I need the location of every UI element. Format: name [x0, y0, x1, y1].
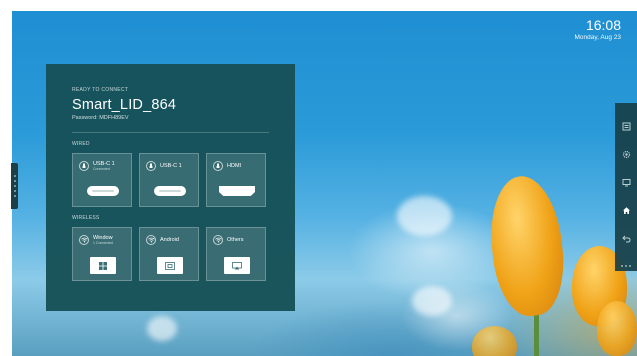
- page-dot: [625, 265, 627, 267]
- clock-date: Monday, Aug 23: [574, 34, 622, 41]
- usb-icon: [213, 161, 223, 171]
- clock: 16:08 Monday, Aug 23: [575, 17, 622, 41]
- airplay-icon: [224, 257, 250, 274]
- wireless-card-window[interactable]: Window 1 Connected: [72, 227, 132, 281]
- wallpaper-flower: [597, 301, 637, 356]
- usb-c-port-icon: [154, 186, 186, 196]
- card-subtitle: 1 Connected: [93, 241, 113, 245]
- device-name: Smart_LID_864: [72, 97, 177, 113]
- sidebar-page-dots: [621, 265, 631, 267]
- wireless-cards: Window 1 Connected Android Others: [72, 227, 295, 281]
- wifi-icon: [146, 235, 156, 245]
- usb-icon: [79, 161, 89, 171]
- wired-card-hdmi[interactable]: HDMI: [206, 153, 266, 207]
- wallpaper-flower: [484, 172, 570, 320]
- card-text: USB-C 1: [160, 163, 182, 169]
- page-dot: [629, 265, 631, 267]
- card-text: Others: [227, 237, 244, 243]
- device-password: Password: MDFH89EV: [72, 115, 129, 121]
- handle-dot: [13, 195, 16, 197]
- card-header: HDMI: [213, 161, 241, 171]
- card-text: HDMI: [227, 163, 241, 169]
- usb-icon: [146, 161, 156, 171]
- handle-dot: [13, 180, 16, 182]
- panel-icon[interactable]: [621, 121, 631, 131]
- right-sidebar: [615, 103, 637, 271]
- wallpaper-bokeh: [412, 286, 452, 316]
- windows-icon: [90, 257, 116, 274]
- wireless-card-others[interactable]: Others: [206, 227, 266, 281]
- android-cast-icon: [157, 257, 183, 274]
- wired-cards: USB-C 1 Connected USB-C 1 HDMI: [72, 153, 295, 207]
- wireless-card-android[interactable]: Android: [139, 227, 199, 281]
- card-header: Android: [146, 235, 179, 245]
- screen-icon[interactable]: [621, 177, 631, 187]
- card-title: USB-C 1: [160, 163, 182, 169]
- page-dot: [621, 265, 623, 267]
- card-text: Window 1 Connected: [93, 235, 113, 245]
- handle-dot: [13, 175, 16, 177]
- wired-card-usbc-1[interactable]: USB-C 1 Connected: [72, 153, 132, 207]
- wifi-icon: [79, 235, 89, 245]
- wired-card-usbc-2[interactable]: USB-C 1: [139, 153, 199, 207]
- usb-c-port-icon: [87, 186, 119, 196]
- card-text: Android: [160, 237, 179, 243]
- settings-icon[interactable]: [621, 149, 631, 159]
- screen-share-panel: READY TO CONNECT Smart_LID_864 Password:…: [46, 64, 295, 311]
- clock-time: 16:08: [585, 17, 621, 33]
- hdmi-port-icon: [219, 186, 255, 196]
- card-text: USB-C 1 Connected: [93, 161, 115, 171]
- card-header: USB-C 1 Connected: [79, 161, 115, 171]
- wallpaper-flower: [472, 326, 517, 356]
- card-header: USB-C 1: [146, 161, 182, 171]
- card-title: Android: [160, 237, 179, 243]
- wireless-section-label: WIRELESS: [72, 215, 100, 221]
- back-icon[interactable]: [621, 233, 631, 243]
- card-header: Others: [213, 235, 244, 245]
- card-subtitle: Connected: [93, 167, 110, 171]
- connection-status: READY TO CONNECT: [72, 87, 129, 93]
- card-title: HDMI: [227, 163, 242, 169]
- handle-dot: [13, 190, 16, 192]
- left-edge-handle[interactable]: [11, 163, 18, 209]
- wallpaper-bokeh: [397, 196, 452, 236]
- wallpaper-bokeh: [147, 316, 177, 341]
- card-title: Others: [227, 237, 244, 243]
- card-header: Window 1 Connected: [79, 235, 113, 245]
- home-icon[interactable]: [621, 205, 631, 215]
- handle-dot: [13, 185, 16, 187]
- divider: [72, 132, 269, 133]
- wired-section-label: WIRED: [72, 141, 90, 147]
- wifi-icon: [213, 235, 223, 245]
